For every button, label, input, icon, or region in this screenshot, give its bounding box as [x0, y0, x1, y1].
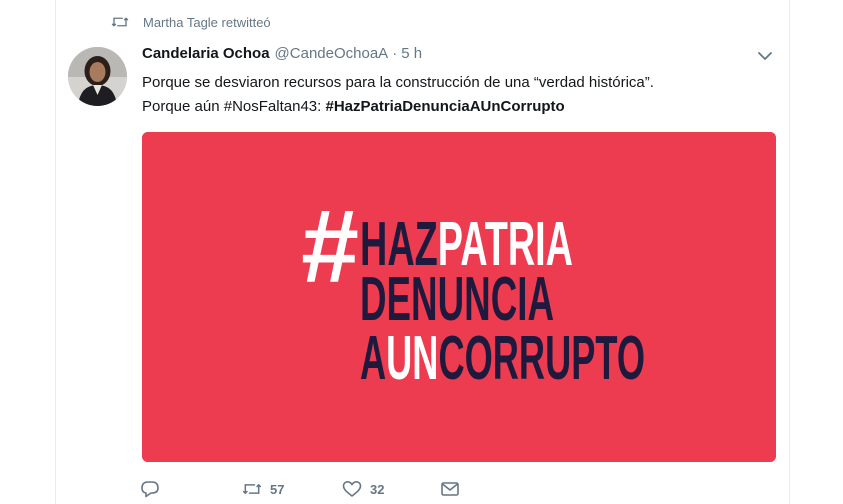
reply-icon	[141, 481, 159, 498]
envelope-icon	[441, 482, 459, 496]
svg-text:AUNCORRUPTO: AUNCORRUPTO	[360, 324, 645, 393]
tweet-text: Porque se desviaron recursos para la con…	[142, 71, 762, 119]
tweet-text-prefix: Porque aún	[142, 98, 224, 115]
tweet-text-line-1: Porque se desviaron recursos para la con…	[142, 74, 654, 91]
author-name[interactable]: Candelaria Ochoa	[142, 45, 270, 62]
reply-button[interactable]	[140, 480, 168, 498]
retweet-context: Martha Tagle retwitteó	[111, 12, 271, 32]
author-handle[interactable]: @CandeOchoaA	[275, 45, 389, 62]
like-count: 32	[370, 481, 385, 497]
media-text-corrupto: CORRUPTO	[438, 324, 645, 393]
retweet-button[interactable]: 57	[242, 480, 284, 498]
tweet-media-image[interactable]: # HAZPATRIA DENUNCIA AUNCORRUPTO	[142, 132, 776, 462]
retweet-count: 57	[270, 481, 285, 497]
hashtag-hazpatria[interactable]: #HazPatriaDenunciaAUnCorrupto	[325, 98, 564, 115]
separator: ·	[392, 45, 398, 62]
tweet-time[interactable]: 5 h	[401, 45, 422, 62]
media-hash: #	[301, 189, 359, 305]
media-text-un: UN	[386, 324, 438, 393]
avatar[interactable]	[68, 47, 127, 106]
retweet-icon	[242, 484, 262, 494]
like-button[interactable]: 32	[342, 480, 384, 498]
chevron-down-icon[interactable]	[757, 50, 773, 62]
tweet-actions: 57 32	[140, 477, 542, 501]
retweet-context-text[interactable]: Martha Tagle retwitteó	[143, 15, 271, 30]
tweet-text-line-2: Porque aún #NosFaltan43: #HazPatriaDenun…	[142, 95, 762, 119]
hashtag-nosfaltan43[interactable]: #NosFaltan43	[224, 98, 317, 115]
direct-message-button[interactable]	[440, 480, 460, 498]
heart-icon	[342, 481, 362, 497]
media-text-a: A	[360, 324, 386, 393]
retweet-icon	[111, 17, 129, 27]
tweet-header: Candelaria Ochoa @CandeOchoaA · 5 h	[142, 45, 422, 67]
tweet-card[interactable]: Martha Tagle retwitteó Candelaria Ochoa …	[55, 0, 790, 504]
